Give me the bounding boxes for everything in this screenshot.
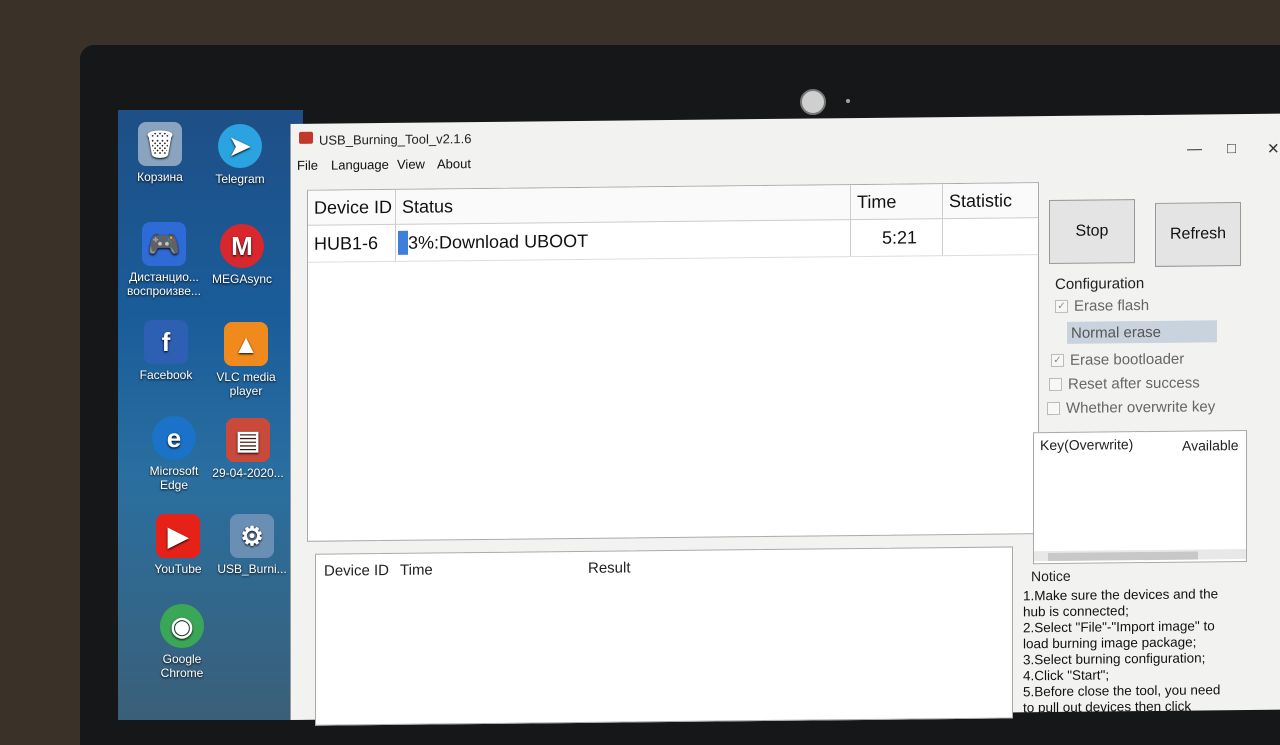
edge-icon: e	[152, 416, 196, 460]
desktop-icon-label: MEGAsync	[211, 272, 272, 286]
desktop-icon-label: 29-04-2020...	[212, 466, 284, 480]
desktop-icon-label: USB_Burni...	[217, 562, 287, 576]
erase-bootloader-checkbox[interactable]: ✓	[1051, 353, 1064, 368]
desktop-icon-label: Корзина	[137, 170, 183, 184]
desktop-icon-facebook[interactable]: f Facebook	[126, 320, 206, 382]
notice-line: to pull out devices then click	[1023, 698, 1192, 716]
key-col-available: Available	[1182, 437, 1239, 454]
results-col-device-id[interactable]: Device ID	[324, 562, 389, 580]
reset-after-success-checkbox[interactable]	[1049, 377, 1062, 392]
erase-flash-checkbox[interactable]: ✓	[1055, 299, 1068, 313]
overwrite-key-option[interactable]: Whether overwrite key	[1047, 398, 1215, 417]
desktop-icon-recycle-bin[interactable]: 🗑 Корзина	[120, 122, 200, 184]
facebook-icon: f	[144, 320, 188, 364]
status-text: 3%:Download UBOOT	[408, 230, 589, 253]
notice-line: 5.Before close the tool, you need	[1023, 682, 1221, 700]
window-title: USB_Burning_Tool_v2.1.6	[319, 131, 472, 148]
notice-title: Notice	[1031, 567, 1071, 585]
configuration-title: Configuration	[1055, 275, 1145, 293]
desktop: 🗑 Корзина ➤ Telegram 🎮 Дистанцио... восп…	[118, 110, 303, 720]
desktop-icon-label: Google Chrome	[160, 652, 204, 680]
desktop-icon-edge[interactable]: e Microsoft Edge	[134, 416, 214, 492]
youtube-icon: ▶	[156, 514, 200, 558]
overwrite-key-label: Whether overwrite key	[1066, 398, 1216, 417]
desktop-icon-label: YouTube	[154, 562, 202, 576]
desktop-icon-vlc[interactable]: ▲ VLC media player	[206, 322, 286, 398]
desktop-icon-telegram[interactable]: ➤ Telegram	[200, 124, 280, 186]
erase-bootloader-label: Erase bootloader	[1070, 350, 1185, 369]
webcam	[800, 89, 826, 115]
devices-table: Device ID Status Time Statistic HUB1-6 3…	[307, 182, 1039, 542]
desktop-icon-youtube[interactable]: ▶ YouTube	[138, 514, 218, 576]
col-statistic[interactable]: Statistic	[943, 183, 1038, 218]
notice-text: 1.Make sure the devices and the hub is c…	[1023, 586, 1231, 716]
stop-button[interactable]: Stop	[1049, 199, 1135, 265]
desktop-icon-remote-play[interactable]: 🎮 Дистанцио... воспроизве...	[124, 222, 204, 298]
desktop-icon-chrome[interactable]: ◉ Google Chrome	[142, 604, 222, 680]
key-overwrite-panel: Key(Overwrite) Available	[1033, 429, 1247, 565]
erase-mode-select[interactable]: Normal erase	[1067, 320, 1217, 344]
menu-file[interactable]: File	[297, 158, 318, 173]
results-col-time[interactable]: Time	[400, 562, 433, 579]
results-col-result[interactable]: Result	[588, 559, 631, 576]
notice-line: 2.Select "File"-"Import image" to	[1023, 618, 1215, 636]
desktop-icon-document[interactable]: ▤ 29-04-2020...	[208, 418, 288, 480]
desktop-icon-label: Дистанцио... воспроизве...	[127, 270, 201, 298]
document-icon: ▤	[226, 418, 270, 462]
camera-led	[846, 99, 850, 103]
desktop-icon-label: VLC media player	[216, 370, 276, 398]
chrome-icon: ◉	[160, 604, 204, 648]
recycle-bin-icon: 🗑	[138, 122, 182, 166]
notice-line: 1.Make sure the devices and the	[1023, 586, 1219, 604]
cell-statistic	[943, 218, 1038, 255]
menu-about[interactable]: About	[437, 156, 471, 171]
desktop-icon-label: Facebook	[139, 368, 193, 382]
ps-remote-play-icon: 🎮	[142, 222, 186, 266]
refresh-button[interactable]: Refresh	[1155, 202, 1241, 267]
reset-after-success-label: Reset after success	[1068, 374, 1200, 393]
menu-language[interactable]: Language	[331, 157, 389, 173]
erase-bootloader-option[interactable]: ✓ Erase bootloader	[1051, 351, 1184, 369]
overwrite-key-checkbox[interactable]	[1047, 401, 1060, 416]
reset-after-success-option[interactable]: Reset after success	[1049, 374, 1200, 393]
col-time[interactable]: Time	[851, 184, 943, 220]
desktop-icon-usb-burning[interactable]: ⚙ USB_Burni...	[212, 514, 292, 576]
cell-device-id: HUB1-6	[308, 224, 396, 262]
usb-burning-icon: ⚙	[230, 514, 274, 558]
cell-time: 5:21	[851, 219, 943, 257]
desktop-icon-megasync[interactable]: M MEGAsync	[202, 224, 282, 286]
table-row[interactable]: HUB1-6 3%:Download UBOOT 5:21	[308, 218, 1038, 263]
vlc-icon: ▲	[224, 322, 268, 366]
col-device-id[interactable]: Device ID	[308, 189, 396, 225]
progress-bar	[398, 230, 408, 255]
menu-view[interactable]: View	[397, 157, 425, 172]
app-icon	[299, 131, 313, 144]
usb-burning-tool-window: USB_Burning_Tool_v2.1.6 — □ ✕ File Langu…	[290, 113, 1280, 726]
cell-status: 3%:Download UBOOT	[396, 220, 851, 261]
col-status[interactable]: Status	[396, 185, 851, 224]
desktop-icon-label: Microsoft Edge	[149, 464, 199, 492]
desktop-icon-label: Telegram	[215, 172, 265, 186]
notice-line: 3.Select burning configuration;	[1023, 650, 1206, 668]
erase-flash-option[interactable]: ✓ Erase flash	[1055, 297, 1149, 315]
scrollbar-thumb[interactable]	[1048, 551, 1198, 562]
telegram-icon: ➤	[218, 124, 262, 168]
results-table: Device ID Time Result	[315, 546, 1013, 726]
mega-icon: M	[220, 224, 264, 268]
erase-flash-label: Erase flash	[1074, 297, 1150, 315]
key-col-overwrite: Key(Overwrite)	[1040, 436, 1134, 454]
